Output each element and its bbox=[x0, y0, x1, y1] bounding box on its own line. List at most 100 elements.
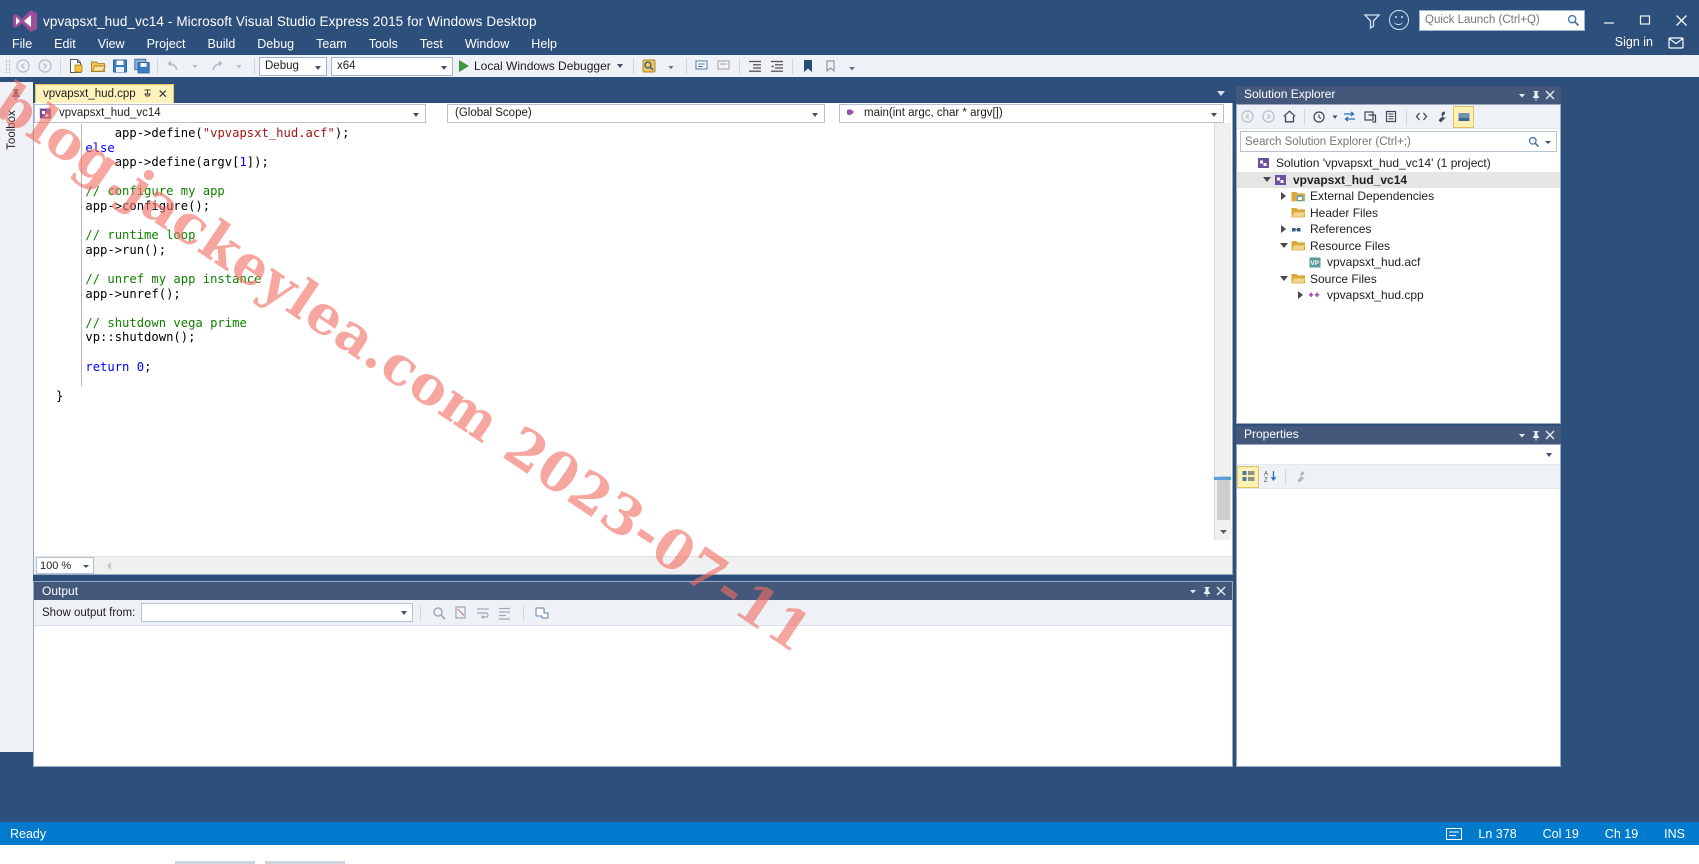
menu-item-view[interactable]: View bbox=[87, 34, 136, 54]
clear-bookmarks-icon[interactable] bbox=[819, 55, 841, 77]
navbar-scope-combo[interactable]: (Global Scope) bbox=[447, 103, 825, 123]
property-pages-icon[interactable] bbox=[1290, 466, 1312, 488]
save-all-icon[interactable] bbox=[131, 55, 153, 77]
output-settings-icon[interactable] bbox=[531, 602, 553, 624]
solution-explorer-tree[interactable]: Solution 'vpvapsxt_hud_vc14' (1 project)… bbox=[1237, 152, 1560, 304]
menu-item-project[interactable]: Project bbox=[136, 34, 197, 54]
solution-tree-item[interactable]: References bbox=[1237, 221, 1560, 238]
collapse-all-icon[interactable] bbox=[1381, 106, 1402, 128]
bookmark-icon[interactable] bbox=[797, 55, 819, 77]
toolbar-grip[interactable] bbox=[3, 57, 12, 75]
menu-item-file[interactable]: File bbox=[0, 34, 43, 54]
chevron-down-icon[interactable] bbox=[1260, 173, 1273, 186]
increase-indent-icon[interactable] bbox=[744, 55, 766, 77]
redo-icon[interactable] bbox=[206, 55, 228, 77]
close-icon[interactable] bbox=[1214, 582, 1228, 600]
navigate-backward-icon[interactable] bbox=[12, 55, 34, 77]
solution-explorer-search-input[interactable] bbox=[1241, 132, 1517, 151]
solution-tree-item[interactable]: Source Files bbox=[1237, 271, 1560, 288]
undo-dropdown-icon[interactable] bbox=[184, 55, 206, 77]
auto-hide-pin-icon[interactable] bbox=[1529, 86, 1543, 104]
pin-tab-icon[interactable] bbox=[143, 89, 152, 100]
window-menu-icon[interactable] bbox=[1515, 426, 1529, 444]
solution-tree-item[interactable]: External Dependencies bbox=[1237, 188, 1560, 205]
minimize-button[interactable] bbox=[1591, 0, 1627, 40]
toolbox-panel-strip[interactable]: Toolbox bbox=[0, 82, 33, 752]
menu-item-build[interactable]: Build bbox=[196, 34, 246, 54]
scroll-left-icon[interactable] bbox=[102, 559, 116, 573]
scroll-down-icon[interactable] bbox=[1215, 523, 1232, 540]
navbar-project-combo[interactable]: vpvapsxt_hud_vc14 bbox=[34, 103, 426, 123]
solution-tree-item[interactable]: Header Files bbox=[1237, 205, 1560, 222]
redo-dropdown-icon[interactable] bbox=[228, 55, 250, 77]
chevron-down-icon[interactable] bbox=[1545, 141, 1551, 144]
menu-item-test[interactable]: Test bbox=[409, 34, 454, 54]
window-menu-icon[interactable] bbox=[1515, 86, 1529, 104]
scrollbar-thumb[interactable] bbox=[1217, 476, 1230, 520]
comment-selection-icon[interactable] bbox=[691, 55, 713, 77]
pending-changes-icon[interactable] bbox=[1309, 106, 1330, 128]
chevron-right-icon[interactable] bbox=[1294, 289, 1307, 302]
properties-object-selector[interactable] bbox=[1237, 445, 1560, 465]
go-to-message-icon[interactable] bbox=[494, 602, 516, 624]
menu-item-edit[interactable]: Edit bbox=[43, 34, 87, 54]
solution-configuration-combo[interactable]: Debug bbox=[259, 56, 327, 76]
back-icon[interactable] bbox=[1237, 106, 1258, 128]
tab-list-dropdown-icon[interactable] bbox=[1217, 91, 1225, 96]
find-dropdown-icon[interactable] bbox=[660, 55, 682, 77]
window-minimize-icon[interactable] bbox=[1186, 582, 1200, 600]
categorized-view-icon[interactable] bbox=[1237, 465, 1259, 488]
save-icon[interactable] bbox=[109, 55, 131, 77]
new-item-icon[interactable] bbox=[65, 55, 87, 77]
preview-selected-items-icon[interactable] bbox=[1453, 105, 1474, 128]
menu-item-help[interactable]: Help bbox=[520, 34, 568, 54]
open-file-icon[interactable] bbox=[87, 55, 109, 77]
start-debugging-button[interactable]: Local Windows Debugger bbox=[453, 56, 629, 76]
quick-launch-input[interactable] bbox=[1420, 10, 1562, 30]
output-source-combo[interactable] bbox=[141, 603, 414, 622]
sync-with-active-document-icon[interactable] bbox=[1339, 106, 1360, 128]
navbar-function-combo[interactable]: main(int argc, char * argv[]) bbox=[839, 103, 1224, 123]
decrease-indent-icon[interactable] bbox=[766, 55, 788, 77]
send-feedback-icon[interactable] bbox=[1667, 34, 1685, 52]
sign-in-link[interactable]: Sign in bbox=[1615, 35, 1653, 49]
solution-tree-item[interactable]: Resource Files bbox=[1237, 238, 1560, 255]
close-icon[interactable] bbox=[1543, 86, 1557, 104]
quick-launch-box[interactable] bbox=[1419, 9, 1585, 31]
clear-all-icon[interactable] bbox=[450, 602, 472, 624]
uncomment-selection-icon[interactable] bbox=[713, 55, 735, 77]
menu-item-window[interactable]: Window bbox=[454, 34, 520, 54]
filter-icon[interactable] bbox=[1359, 7, 1385, 33]
chevron-right-icon[interactable] bbox=[1277, 223, 1290, 236]
menu-item-debug[interactable]: Debug bbox=[246, 34, 305, 54]
properties-icon[interactable] bbox=[1432, 106, 1453, 128]
refresh-icon[interactable] bbox=[1360, 106, 1381, 128]
menu-item-tools[interactable]: Tools bbox=[358, 34, 409, 54]
toggle-word-wrap-icon[interactable] bbox=[472, 602, 494, 624]
solution-explorer-search-box[interactable] bbox=[1240, 131, 1557, 152]
find-message-icon[interactable] bbox=[428, 602, 450, 624]
document-tab-vpvapsxt-hud-cpp[interactable]: vpvapsxt_hud.cpp ✕ bbox=[35, 84, 174, 103]
chevron-right-icon[interactable] bbox=[1277, 190, 1290, 203]
smiley-feedback-icon[interactable] bbox=[1389, 10, 1409, 30]
solution-tree-item[interactable]: VP vpvapsxt_hud.acf bbox=[1237, 254, 1560, 271]
chevron-down-icon[interactable] bbox=[1277, 272, 1290, 285]
solution-platform-combo[interactable]: x64 bbox=[331, 56, 453, 76]
auto-hide-pin-icon[interactable] bbox=[1200, 582, 1214, 600]
solution-tree-item[interactable]: Solution 'vpvapsxt_hud_vc14' (1 project) bbox=[1237, 155, 1560, 172]
editor-zoom-combo[interactable]: 100 % bbox=[36, 557, 94, 574]
maximize-button[interactable] bbox=[1627, 0, 1663, 40]
forward-icon[interactable] bbox=[1258, 106, 1279, 128]
undo-icon[interactable] bbox=[162, 55, 184, 77]
show-all-files-icon[interactable] bbox=[1411, 106, 1432, 128]
alphabetical-sort-icon[interactable]: AZ bbox=[1259, 466, 1281, 488]
solution-tree-item[interactable]: vpvapsxt_hud_vc14 bbox=[1237, 171, 1560, 188]
code-text-area[interactable]: app->define("vpvapsxt_hud.acf"); else ap… bbox=[34, 124, 1212, 556]
toolbar-overflow-icon[interactable] bbox=[841, 55, 863, 77]
find-icon[interactable] bbox=[638, 55, 660, 77]
pending-changes-dropdown-icon[interactable] bbox=[1330, 106, 1339, 128]
close-icon[interactable] bbox=[1543, 426, 1557, 444]
auto-hide-pin-icon[interactable] bbox=[1529, 426, 1543, 444]
close-tab-icon[interactable]: ✕ bbox=[158, 88, 168, 100]
editor-vertical-scrollbar[interactable] bbox=[1214, 106, 1231, 540]
